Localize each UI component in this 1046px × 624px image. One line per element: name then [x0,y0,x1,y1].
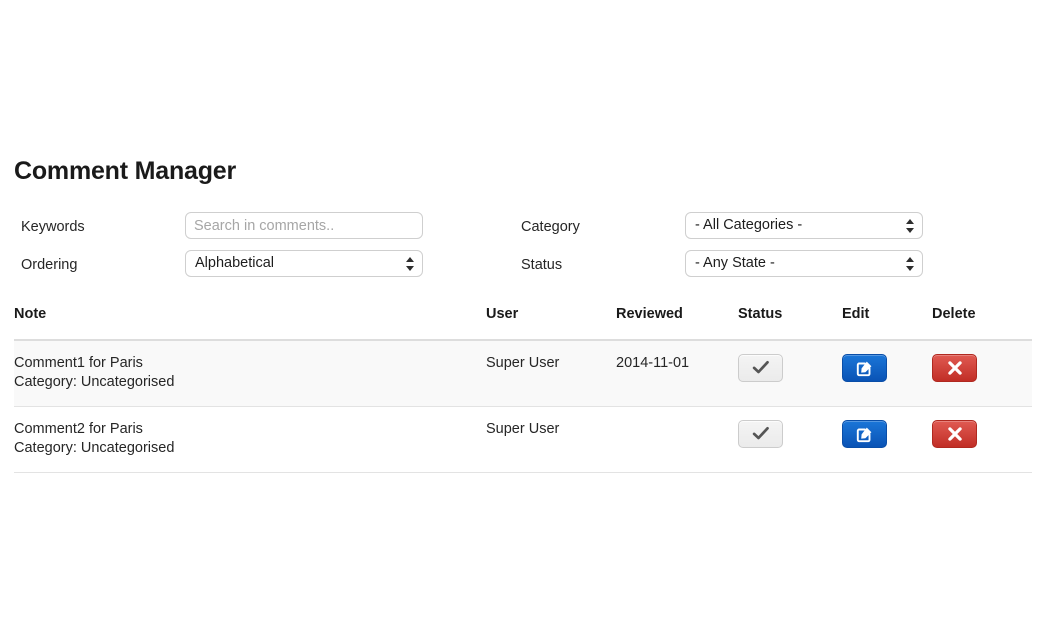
cell-user: Super User [486,340,616,407]
keywords-label: Keywords [21,219,85,235]
cell-note: Comment1 for Paris Category: Uncategoris… [14,340,486,407]
status-label: Status [521,257,563,273]
column-header-status: Status [738,306,842,341]
comments-table: Note User Reviewed Status Edit Delete Co… [14,306,1032,473]
cross-icon [947,361,962,375]
category-select[interactable]: - All Categories - [685,212,923,239]
cell-edit [842,340,932,407]
column-header-edit: Edit [842,306,932,341]
delete-button[interactable] [932,420,977,448]
note-category: Category: Uncategorised [14,440,175,456]
pencil-square-icon [856,361,871,377]
cell-reviewed [616,406,738,473]
table-header: Note User Reviewed Status Edit Delete [14,306,1032,341]
table-row: Comment2 for Paris Category: Uncategoris… [14,406,1032,473]
note-text: Comment1 for Paris [14,355,143,371]
ordering-select-value[interactable]: Alphabetical [185,250,423,277]
column-header-user: User [486,306,616,341]
status-toggle-button[interactable] [738,420,783,448]
cross-icon [947,427,962,441]
status-select[interactable]: - Any State - [685,250,923,277]
category-select-value[interactable]: - All Categories - [685,212,923,239]
delete-button[interactable] [932,354,977,382]
page-title: Comment Manager [14,157,237,185]
column-header-delete: Delete [932,306,1032,341]
edit-button[interactable] [842,354,887,382]
ordering-label: Ordering [21,257,78,273]
note-category: Category: Uncategorised [14,374,175,390]
ordering-select[interactable]: Alphabetical [185,250,423,277]
table-row: Comment1 for Paris Category: Uncategoris… [14,340,1032,407]
status-select-value[interactable]: - Any State - [685,250,923,277]
comments-table-wrapper: Note User Reviewed Status Edit Delete Co… [14,306,1032,473]
table-body: Comment1 for Paris Category: Uncategoris… [14,340,1032,473]
pencil-square-icon [856,427,871,443]
cell-status [738,340,842,407]
filter-bar: Keywords Ordering Alphabetical Category [14,208,1032,290]
comment-manager-page: Comment Manager Keywords Ordering Alphab… [0,0,1046,624]
cell-status [738,406,842,473]
edit-button[interactable] [842,420,887,448]
cell-reviewed: 2014-11-01 [616,340,738,407]
cell-edit [842,406,932,473]
check-icon [752,426,769,440]
check-icon [752,360,769,374]
table-header-row: Note User Reviewed Status Edit Delete [14,306,1032,341]
cell-delete [932,340,1032,407]
column-header-reviewed: Reviewed [616,306,738,341]
cell-delete [932,406,1032,473]
cell-user: Super User [486,406,616,473]
category-label: Category [521,219,580,235]
search-input[interactable] [185,212,423,239]
status-toggle-button[interactable] [738,354,783,382]
note-text: Comment2 for Paris [14,421,143,437]
cell-note: Comment2 for Paris Category: Uncategoris… [14,406,486,473]
column-header-note: Note [14,306,486,341]
